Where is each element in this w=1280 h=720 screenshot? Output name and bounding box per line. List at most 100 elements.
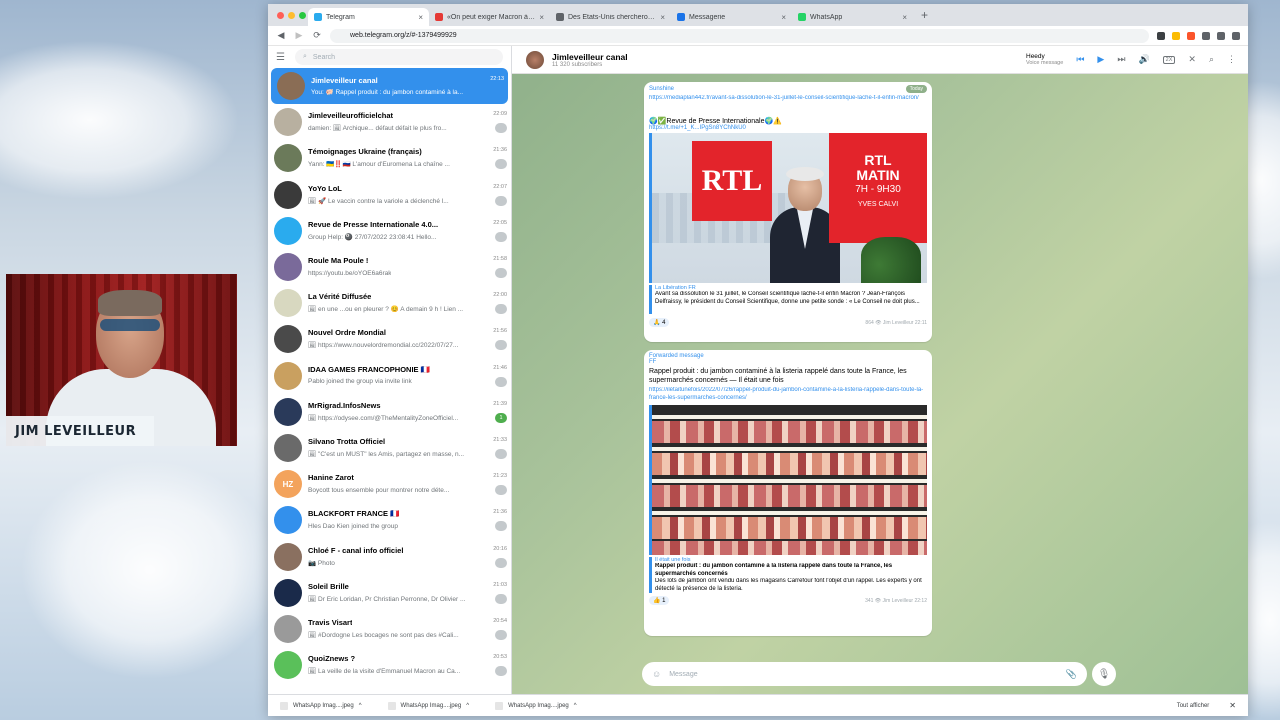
chat-list-item[interactable]: Soleil Brille 21:03 🖼 Dr Eric Loridan, Pr … — [268, 575, 511, 611]
chat-preview: 🖼 https://www.nouvelordremondial.cc/2022… — [308, 342, 459, 350]
browser-tab[interactable]: Messagerie × — [671, 8, 792, 26]
puzzle-icon[interactable] — [1202, 31, 1210, 40]
audio-player: Heedy Voice message ⏮ ▶ ⏭ 🔊 2X ✕ ⌕ ⋮ — [1026, 53, 1236, 66]
chat-avatar — [274, 614, 302, 643]
new-tab-button[interactable]: + — [913, 8, 928, 22]
unread-badge: 1 — [495, 412, 507, 423]
chat-list-item[interactable]: Chloé F - canal info officiel 20:16 📷 Phot… — [268, 538, 511, 574]
message-link[interactable]: https://t.me/+1_K...IPgSn8YChNkU0 — [649, 125, 927, 131]
message-bubble[interactable]: Forwarded message FF Rappel produit : du… — [644, 350, 932, 636]
channel-title[interactable]: Jimleveilleur canal — [552, 52, 628, 62]
playback-speed-button[interactable]: 2X — [1162, 55, 1176, 64]
chat-time: 21:33 — [493, 436, 507, 443]
cloud — [20, 460, 280, 680]
unread-badge — [495, 304, 507, 315]
address-bar: ◀ ▶ ⟳ web.telegram.org/z/#-1379499929 — [268, 26, 1248, 46]
unread-badge — [495, 268, 507, 279]
telegram-app: ☰ ⌕ Search Jimleveilleur canal 22:13 You: … — [268, 46, 1248, 694]
chat-list-item[interactable]: Travis Visart 20:54 🖼 #Dordogne Les bocage… — [268, 611, 511, 647]
chat-name: Roule Ma Poule ! — [308, 256, 369, 266]
chat-list-item[interactable]: Témoignages Ukraine (français) 21:36 Yann:… — [268, 140, 511, 176]
preview-caption: Avant sa dissolution le 31 juillet, le C… — [655, 291, 920, 305]
close-tab-icon[interactable]: × — [539, 13, 544, 22]
forward-icon[interactable]: ▶ — [294, 30, 304, 41]
close-tab-icon[interactable]: × — [418, 13, 423, 22]
channel-subtitle: 11 320 subscribers — [552, 61, 603, 68]
chat-time: 21:03 — [493, 581, 507, 588]
message-link[interactable]: https://ilétaitunefois/2022/07/26/rappel… — [649, 387, 927, 403]
channel-avatar[interactable] — [526, 50, 544, 69]
chat-preview: 🖼 https://odysee.com/@TheMentalityZoneOf… — [308, 414, 459, 422]
close-tab-icon[interactable]: × — [660, 13, 665, 22]
message-composer[interactable]: ☺ Message 📎 — [642, 662, 1087, 686]
extension-icon[interactable] — [1172, 31, 1180, 40]
search-input[interactable]: ⌕ Search — [294, 49, 503, 65]
browser-tab[interactable]: Des Etats-Unis chercheront des... × — [550, 8, 671, 26]
unread-badge — [495, 195, 507, 206]
more-options-icon[interactable]: ⋮ — [1227, 54, 1236, 65]
chevron-up-icon[interactable]: ^ — [574, 703, 577, 709]
unread-badge — [495, 666, 507, 677]
browser-tab[interactable]: Telegram × — [308, 8, 429, 26]
browser-tab[interactable]: WhatsApp × — [792, 8, 913, 26]
download-item[interactable]: WhatsApp Imag....jpeg ^ — [387, 701, 469, 710]
chat-list-item[interactable]: Silvano Trotta Officiel 21:33 🖼 "C'est un … — [268, 430, 511, 466]
show-all-downloads[interactable]: Tout afficher — [1177, 703, 1210, 709]
close-download-bar-icon[interactable]: ✕ — [1229, 701, 1236, 710]
chat-name: Chloé F - canal info officiel — [308, 545, 404, 555]
message-bubble[interactable]: Sunshine Today https://mediaplan442.fr/a… — [644, 82, 932, 342]
volume-icon[interactable]: 🔊 — [1138, 54, 1149, 65]
back-icon[interactable]: ◀ — [276, 30, 286, 41]
link-preview-image[interactable] — [649, 405, 927, 555]
browser-tab[interactable]: «On peut exiger Macron à dégag... × — [429, 8, 550, 26]
sidebar-icon[interactable] — [1217, 31, 1225, 40]
chat-list-item[interactable]: YoYo LoL 22:07 🖼 🚀 Le vaccin contre la var… — [268, 177, 511, 213]
close-tab-icon[interactable]: × — [902, 13, 907, 22]
reload-icon[interactable]: ⟳ — [312, 30, 322, 41]
hamburger-menu-icon[interactable]: ☰ — [276, 52, 285, 63]
close-tab-icon[interactable]: × — [781, 13, 786, 22]
download-item[interactable]: WhatsApp Imag....jpeg ^ — [280, 701, 362, 710]
unread-badge — [495, 448, 507, 459]
search-icon[interactable]: ⌕ — [1209, 54, 1214, 65]
url-field[interactable]: web.telegram.org/z/#-1379499929 — [330, 28, 1149, 43]
chat-list-item[interactable]: Jimleveilleurofficielchat 22:09 damien: 🖼 … — [268, 104, 511, 140]
reaction-chip[interactable]: 🙏 4 — [649, 318, 670, 327]
tab-bar: Telegram×«On peut exiger Macron à dégag.… — [268, 4, 1248, 26]
chat-list-item[interactable]: Nouvel Ordre Mondial 21:56 🖼 https://www.n… — [268, 321, 511, 357]
download-item[interactable]: WhatsApp Imag....jpeg ^ — [495, 701, 577, 710]
chat-list-item[interactable]: BLACKFORT FRANCE 🇫🇷 21:36 Hles Dao Kien jo… — [268, 502, 511, 538]
emoji-icon[interactable]: ☺ — [652, 669, 661, 679]
rtl-side-l1: RTL — [864, 152, 892, 168]
next-track-icon[interactable]: ⏭ — [1117, 54, 1125, 65]
reaction-chip[interactable]: 👍 1 — [649, 596, 670, 605]
chat-list-item[interactable]: IDAA GAMES FRANCOPHONIE 🇫🇷 21:46 Pablo joi… — [268, 358, 511, 394]
chat-list-item[interactable]: Roule Ma Poule ! 21:58 https://youtu.be/oY… — [268, 249, 511, 285]
maximize-window-button[interactable] — [299, 11, 306, 19]
chat-list-item[interactable]: QuoiZnews ? 20:53 🖼 La veille de la visite… — [268, 647, 511, 683]
attach-icon[interactable]: 📎 — [1066, 669, 1077, 680]
chat-preview: 🖼 "C'est un MUST" les Amis, partagez en … — [308, 450, 465, 458]
extension-icon[interactable] — [1157, 31, 1165, 40]
chat-list-item[interactable]: Jimleveilleur canal 22:13 You: 🐖 Rappel pr… — [271, 68, 508, 105]
close-player-icon[interactable]: ✕ — [1188, 54, 1196, 65]
brave-icon[interactable] — [1187, 31, 1195, 40]
minimize-window-button[interactable] — [288, 11, 295, 19]
play-icon[interactable]: ▶ — [1097, 54, 1104, 65]
chat-avatar — [274, 180, 302, 209]
link-preview-image[interactable]: RTL RTL MATIN 7H - 9H30 YVES CALVI — [649, 133, 927, 283]
chat-list-item[interactable]: HZ Hanine Zarot 21:23 Boycott tous ensemble… — [268, 466, 511, 502]
forwarded-from[interactable]: FF — [649, 359, 927, 365]
microphone-button[interactable]: 🎙 — [1092, 662, 1116, 686]
message-sender[interactable]: Sunshine — [649, 86, 674, 92]
chat-avatar — [274, 433, 302, 462]
menu-icon[interactable] — [1232, 31, 1240, 40]
message-link[interactable]: https://mediaplan442.fr/avant-sa-dissolu… — [649, 95, 927, 111]
chevron-up-icon[interactable]: ^ — [359, 703, 362, 709]
chevron-up-icon[interactable]: ^ — [466, 703, 469, 709]
close-window-button[interactable] — [277, 11, 284, 19]
chat-list-item[interactable]: MrRigrad.InfosNews 21:39 🖼 https://odysee.… — [268, 394, 511, 430]
chat-list-item[interactable]: La Vérité Diffusée 22:00 🖼 en une ...ou en… — [268, 285, 511, 321]
previous-track-icon[interactable]: ⏮ — [1076, 54, 1084, 65]
chat-list-item[interactable]: Revue de Presse Internationale 4.0... 22:… — [268, 213, 511, 249]
